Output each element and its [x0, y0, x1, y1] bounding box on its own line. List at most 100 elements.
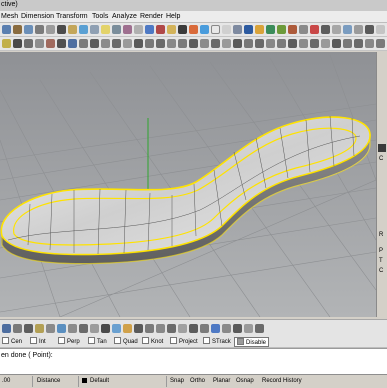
copy-icon[interactable]: [24, 39, 33, 48]
rebuild-icon[interactable]: [255, 39, 264, 48]
layer-selector[interactable]: Default: [90, 377, 109, 386]
environment-map-icon[interactable]: [145, 324, 154, 333]
camera-icon[interactable]: [255, 25, 264, 34]
join-icon[interactable]: [233, 39, 242, 48]
extend-icon[interactable]: [200, 39, 209, 48]
analysis-icon[interactable]: [101, 324, 110, 333]
text-icon[interactable]: [178, 324, 187, 333]
polysurface-icon[interactable]: [24, 324, 33, 333]
array-icon[interactable]: [46, 39, 55, 48]
fillet-edge-icon[interactable]: [343, 39, 352, 48]
move-icon[interactable]: [13, 39, 22, 48]
menu-mesh[interactable]: Mesh: [1, 13, 18, 20]
rendered-icon[interactable]: [233, 25, 242, 34]
align-icon[interactable]: [57, 39, 66, 48]
light-icon[interactable]: [101, 25, 110, 34]
dimension-icon[interactable]: [167, 324, 176, 333]
mesh-icon[interactable]: [376, 39, 385, 48]
wire-sphere-icon[interactable]: [211, 25, 220, 34]
hatch-icon[interactable]: [200, 324, 209, 333]
section-icon[interactable]: [233, 324, 242, 333]
boolean-icon[interactable]: [332, 39, 341, 48]
osnap-toggle[interactable]: Osnap: [236, 377, 254, 386]
osnap-checkbox[interactable]: [30, 337, 37, 344]
osnap-project[interactable]: Project: [170, 337, 198, 345]
osnap-checkbox[interactable]: [88, 337, 95, 344]
planar-toggle[interactable]: Planar: [213, 377, 230, 386]
zoom-icon[interactable]: [24, 25, 33, 34]
transform-icon[interactable]: [79, 324, 88, 333]
snapshot-icon[interactable]: [57, 324, 66, 333]
ortho-toggle[interactable]: Ortho: [190, 377, 205, 386]
menu-analyze[interactable]: Analyze: [112, 13, 137, 20]
osnap-int[interactable]: Int: [30, 337, 46, 345]
record-icon[interactable]: [310, 25, 319, 34]
perspective-viewport[interactable]: [0, 52, 376, 317]
environment-icon[interactable]: [200, 25, 209, 34]
cap-icon[interactable]: [365, 39, 374, 48]
rotate-view-icon[interactable]: [2, 25, 11, 34]
undo-view-icon[interactable]: [68, 25, 77, 34]
osnap-checkbox[interactable]: [114, 337, 121, 344]
make2d-icon[interactable]: [222, 324, 231, 333]
grid-snap-icon[interactable]: [332, 25, 341, 34]
leader-icon[interactable]: [189, 324, 198, 333]
split-icon[interactable]: [222, 39, 231, 48]
history-icon[interactable]: [68, 324, 77, 333]
command-area[interactable]: en done ( Point):: [0, 348, 387, 375]
polygon-icon[interactable]: [167, 39, 176, 48]
select-icon[interactable]: [112, 25, 121, 34]
surface-icon[interactable]: [2, 324, 11, 333]
osnap-checkbox[interactable]: [203, 337, 210, 344]
render-icon[interactable]: [167, 25, 176, 34]
line-icon[interactable]: [79, 39, 88, 48]
polyline-icon[interactable]: [90, 39, 99, 48]
ellipse-icon[interactable]: [145, 39, 154, 48]
disable-checkbox[interactable]: [237, 338, 244, 345]
more-icon[interactable]: [376, 25, 385, 34]
offset-icon[interactable]: [189, 39, 198, 48]
osnap-checkbox[interactable]: [2, 337, 9, 344]
drafting-icon[interactable]: [90, 324, 99, 333]
help-icon[interactable]: [266, 25, 275, 34]
rectangle-icon[interactable]: [156, 39, 165, 48]
fillet-icon[interactable]: [178, 39, 187, 48]
menu-tools[interactable]: Tools: [92, 13, 108, 20]
set-view-icon[interactable]: [354, 25, 363, 34]
circle-icon[interactable]: [134, 39, 143, 48]
hand-pan-icon[interactable]: [13, 25, 22, 34]
loft-icon[interactable]: [266, 39, 275, 48]
curve-icon[interactable]: [101, 39, 110, 48]
point-icon[interactable]: [2, 39, 11, 48]
properties-icon[interactable]: [156, 25, 165, 34]
layer-icon[interactable]: [145, 25, 154, 34]
trim-icon[interactable]: [211, 39, 220, 48]
menu-render[interactable]: Render: [140, 13, 163, 20]
explode-icon[interactable]: [244, 39, 253, 48]
lock-icon[interactable]: [123, 25, 132, 34]
interp-curve-icon[interactable]: [112, 39, 121, 48]
osnap-tan[interactable]: Tan: [88, 337, 107, 345]
curvature-icon[interactable]: [112, 324, 121, 333]
extrude-icon[interactable]: [321, 39, 330, 48]
grip-icon[interactable]: [46, 324, 55, 333]
named-view-icon[interactable]: [365, 25, 374, 34]
draft-angle-icon[interactable]: [134, 324, 143, 333]
osnap-perp[interactable]: Perp: [58, 337, 80, 345]
contour-icon[interactable]: [244, 324, 253, 333]
network-icon[interactable]: [299, 39, 308, 48]
material-icon[interactable]: [189, 25, 198, 34]
osnap-knot[interactable]: Knot: [142, 337, 163, 345]
zoom-selected-icon[interactable]: [57, 25, 66, 34]
hide-icon[interactable]: [134, 25, 143, 34]
osnap-strack[interactable]: STrack: [203, 337, 231, 345]
block-icon[interactable]: [35, 324, 44, 333]
plugin-icon[interactable]: [277, 25, 286, 34]
shell-icon[interactable]: [354, 39, 363, 48]
menu-help[interactable]: Help: [166, 13, 180, 20]
silhouette-icon[interactable]: [255, 324, 264, 333]
globe-icon[interactable]: [244, 25, 253, 34]
patch-icon[interactable]: [310, 39, 319, 48]
snap-toggle[interactable]: Snap: [170, 377, 184, 386]
osnap-checkbox[interactable]: [142, 337, 149, 344]
